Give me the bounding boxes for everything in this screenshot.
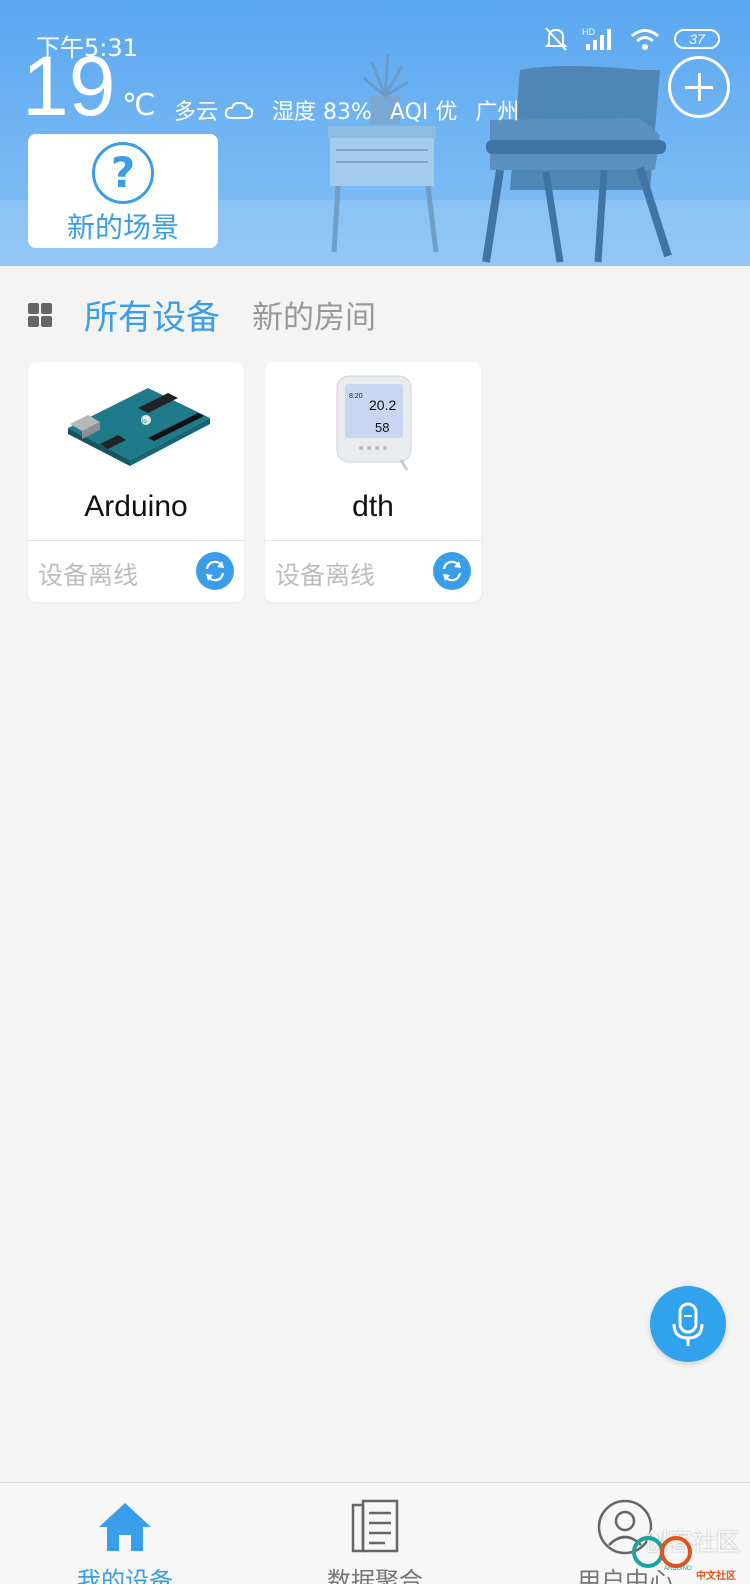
card-divider	[28, 540, 244, 541]
aqi-label: AQI 优	[389, 100, 458, 125]
arduino-logo-icon: ARDUINO	[632, 1536, 692, 1572]
display-humidity: 58	[375, 420, 389, 435]
city-label: 广州	[475, 100, 520, 125]
status-icons: HD 37	[544, 26, 720, 52]
cloud-icon	[224, 101, 254, 119]
home-icon	[99, 1503, 151, 1551]
thermometer-device-image: 8:20 20.2 58	[336, 375, 412, 471]
temperature-value: 19	[22, 39, 116, 133]
document-icon	[351, 1499, 399, 1553]
svg-text:oo: oo	[140, 419, 147, 425]
watermark-brand: ARDUINO	[664, 1566, 692, 1572]
nav-label: 我的设备	[77, 1567, 173, 1584]
temperature-unit: ℃	[122, 88, 156, 123]
network-type-label: HD	[582, 27, 595, 37]
weather-banner: 下午5:31 HD 37 19 ℃ 多云 湿度 83% AQI 优 广州 ? 新…	[0, 0, 750, 266]
display-temperature: 20.2	[369, 397, 396, 413]
device-card-dth[interactable]: 8:20 20.2 58 dth 设备离线	[265, 362, 481, 602]
weather-condition-label: 多云	[174, 100, 219, 125]
microphone-icon	[672, 1302, 704, 1346]
weather-condition: 多云	[174, 94, 254, 126]
humidity-label: 湿度 83%	[272, 100, 372, 125]
tab-new-room[interactable]: 新的房间	[252, 292, 376, 337]
wifi-icon	[631, 29, 659, 50]
refresh-icon	[442, 560, 462, 582]
nav-my-devices[interactable]: 我的设备	[0, 1483, 250, 1584]
card-divider	[265, 540, 481, 541]
device-name: Arduino	[84, 490, 188, 523]
nav-data-aggregation[interactable]: 数据聚合	[250, 1483, 500, 1584]
device-status: 设备离线	[275, 561, 376, 590]
signal-icon: HD	[582, 27, 611, 50]
new-scene-button[interactable]: ? 新的场景	[28, 134, 218, 248]
room-tabs: 所有设备 新的房间	[28, 290, 408, 339]
community-watermark: 创客社区 ARDUINO 中文社区	[554, 1514, 744, 1584]
question-icon: ?	[92, 142, 154, 204]
refresh-button[interactable]	[433, 552, 471, 590]
battery-indicator: 37	[674, 29, 720, 49]
device-status: 设备离线	[38, 561, 139, 590]
add-device-button[interactable]	[668, 56, 730, 118]
device-grid: oo Arduino 设备离线 8:20 20.2 58 dth 设备离线	[28, 362, 481, 602]
device-name: dth	[352, 490, 394, 523]
watermark-subtext: 中文社区	[696, 1571, 736, 1582]
device-card-arduino[interactable]: oo Arduino 设备离线	[28, 362, 244, 602]
new-scene-label: 新的场景	[66, 211, 179, 244]
tab-all-devices[interactable]: 所有设备	[84, 290, 220, 339]
voice-input-button[interactable]	[650, 1286, 726, 1362]
weather-details: 多云 湿度 83% AQI 优 广州	[174, 94, 519, 126]
display-time: 8:20	[349, 393, 363, 400]
refresh-icon	[205, 560, 225, 582]
grid-view-icon[interactable]	[28, 302, 52, 327]
arduino-board-image: oo	[68, 388, 210, 466]
nav-label: 数据聚合	[327, 1567, 423, 1584]
mute-bell-icon	[544, 27, 568, 51]
refresh-button[interactable]	[196, 552, 234, 590]
